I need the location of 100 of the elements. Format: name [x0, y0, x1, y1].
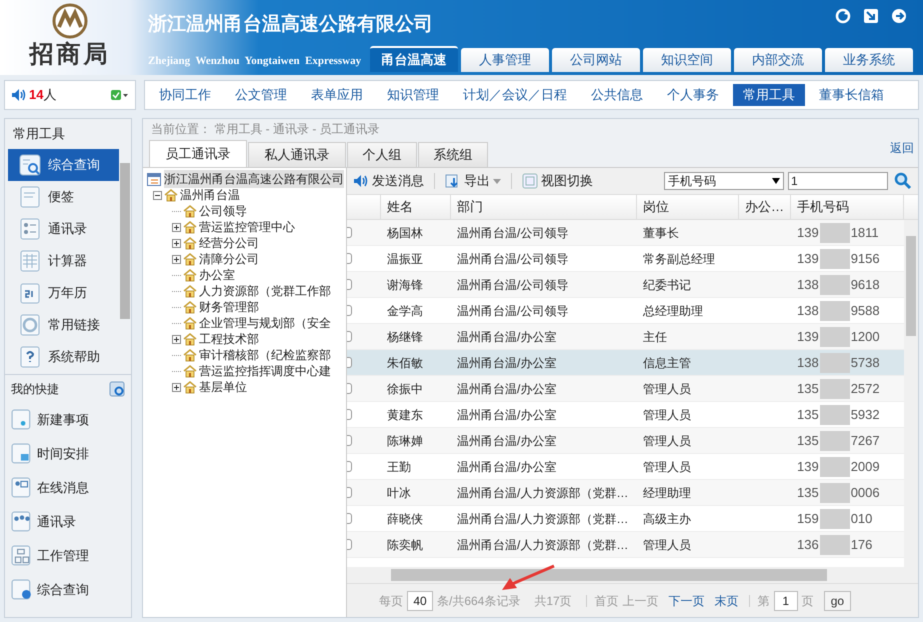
top-tab[interactable]: 人事管理 — [461, 48, 549, 72]
row-checkbox[interactable] — [347, 539, 352, 550]
table-row[interactable]: 朱佰敏 温州甬台温/办公室 信息主管 138 5738 — [347, 350, 904, 376]
sidebar-item[interactable]: 万年历 — [8, 277, 119, 309]
page-number-input[interactable]: 1 — [774, 590, 798, 610]
sidebar-item[interactable]: 系统帮助 — [8, 341, 119, 373]
table-row[interactable]: 王勤 温州甬台温/办公室 管理人员 139 2009 — [347, 454, 904, 480]
top-tab[interactable]: 业务系统 — [825, 48, 913, 72]
table-row[interactable]: 杨国林 温州甬台温/公司领导 董事长 139 1811 — [347, 220, 904, 246]
column-header[interactable]: 岗位 — [637, 195, 739, 219]
page-size-input[interactable]: 40 — [407, 590, 433, 610]
tab[interactable]: 个人组 — [347, 142, 417, 167]
tree-item[interactable]: 营运监控管理中心 — [199, 218, 295, 236]
table-cell-text: 黄建东 — [386, 406, 424, 424]
row-checkbox[interactable] — [347, 331, 352, 342]
tree-item[interactable]: 经营分公司 — [199, 234, 259, 252]
tree-item[interactable]: 办公室 — [199, 266, 235, 284]
table-row[interactable]: 陈奕帆 温州甬台温/人力资源部（党群… 管理人员 136 176 — [347, 532, 904, 558]
sidebar-item[interactable]: 计算器 — [8, 245, 119, 277]
tab[interactable]: 私人通讯录 — [248, 142, 346, 167]
next-page-link[interactable]: 下一页 — [668, 592, 705, 610]
menu-item[interactable]: 董事长信箱 — [809, 84, 894, 106]
table-row[interactable]: 黄建东 温州甬台温/办公室 管理人员 135 5932 — [347, 402, 904, 428]
expand-icon[interactable] — [172, 222, 181, 232]
table-row[interactable]: 徐振中 温州甬台温/办公室 管理人员 135 2572 — [347, 376, 904, 402]
tree-item[interactable]: 基层单位 — [199, 378, 247, 396]
column-header[interactable]: 姓名 — [381, 195, 451, 219]
tree-item[interactable]: 温州甬台温 — [180, 186, 240, 204]
blurred-digits — [820, 430, 850, 450]
expand-icon[interactable] — [172, 382, 181, 392]
tree-item[interactable]: 财务管理部 — [199, 298, 259, 316]
expand-icon[interactable] — [172, 238, 181, 248]
column-header[interactable]: 手机号码 — [791, 195, 904, 219]
search-field-select[interactable]: 手机号码 — [664, 172, 784, 190]
table-row[interactable]: 薛晓侠 温州甬台温/人力资源部（党群… 高级主办 159 010 — [347, 506, 904, 532]
sidebar-item[interactable]: 通讯录 — [8, 213, 119, 245]
shortcut-item[interactable]: 通讯录 — [5, 505, 131, 539]
phone-number-end: 2009 — [850, 458, 880, 476]
row-checkbox[interactable] — [347, 253, 352, 264]
table-row[interactable]: 谢海锋 温州甬台温/公司领导 纪委书记 138 9618 — [347, 272, 904, 298]
search-input[interactable]: 1 — [788, 172, 888, 190]
column-header[interactable]: 办公… — [739, 195, 791, 219]
table-cell-text: 常务副总经理 — [642, 250, 716, 268]
table-row[interactable]: 杨继锋 温州甬台温/办公室 主任 139 1200 — [347, 324, 904, 350]
row-checkbox[interactable] — [347, 383, 352, 394]
tree-item[interactable]: 营运监控指挥调度中心建 — [199, 362, 331, 380]
shortcut-item[interactable]: 在线消息 — [5, 471, 131, 505]
sidebar-item[interactable]: 便签 — [8, 181, 119, 213]
tab[interactable]: 员工通讯录 — [149, 140, 247, 167]
go-button[interactable]: go — [824, 590, 852, 610]
top-tab[interactable]: 甬台温高速 — [370, 46, 458, 72]
menu-item[interactable]: 公文管理 — [225, 84, 297, 106]
sidebar-item[interactable]: 常用链接 — [8, 309, 119, 341]
menu-item[interactable]: 知识管理 — [377, 84, 449, 106]
table-row[interactable]: 金学高 温州甬台温/公司领导 总经理助理 138 9588 — [347, 298, 904, 324]
row-checkbox[interactable] — [347, 357, 352, 368]
shortcut-item[interactable]: 工作管理 — [5, 539, 131, 573]
table-row[interactable]: 陈琳婵 温州甬台温/办公室 管理人员 135 7267 — [347, 428, 904, 454]
phone-number-start: 139 — [797, 458, 819, 476]
last-page-link[interactable]: 末页 — [714, 592, 739, 610]
row-checkbox[interactable] — [347, 435, 352, 446]
tree-item[interactable]: 清障分公司 — [199, 250, 259, 268]
menu-item[interactable]: 表单应用 — [301, 84, 373, 106]
shortcut-item[interactable]: 新建事项 — [5, 403, 131, 437]
tab[interactable]: 系统组 — [418, 142, 488, 167]
tree-item[interactable]: 审计稽核部（纪检监察部 — [199, 346, 331, 364]
expand-icon[interactable] — [172, 334, 181, 344]
row-checkbox[interactable] — [347, 513, 352, 524]
row-checkbox[interactable] — [347, 409, 352, 420]
menu-item[interactable]: 常用工具 — [733, 84, 805, 106]
top-tab[interactable]: 公司网站 — [552, 48, 640, 72]
phone-number-end: 5738 — [850, 354, 880, 372]
back-link[interactable]: 返回 — [890, 139, 914, 157]
row-checkbox[interactable] — [347, 461, 352, 472]
sidebar-item[interactable]: 综合查询 — [8, 149, 119, 181]
column-header[interactable]: 部门 — [451, 195, 637, 219]
top-tab[interactable]: 内部交流 — [734, 48, 822, 72]
table-row[interactable]: 叶冰 温州甬台温/人力资源部（党群… 经理助理 135 0006 — [347, 480, 904, 506]
row-checkbox[interactable] — [347, 279, 352, 290]
tree-item[interactable]: 企业管理与规划部（安全 — [199, 314, 331, 332]
tree-item[interactable]: 公司领导 — [199, 202, 247, 220]
expand-icon[interactable] — [172, 254, 181, 264]
tree-item[interactable]: 人力资源部（党群工作部 — [199, 282, 331, 300]
export-button[interactable]: 导出 — [445, 171, 501, 191]
top-tab[interactable]: 知识空间 — [643, 48, 731, 72]
row-checkbox[interactable] — [347, 305, 352, 316]
row-checkbox[interactable] — [347, 227, 352, 238]
menu-item[interactable]: 计划／会议／日程 — [453, 84, 577, 106]
tree-item[interactable]: 工程技术部 — [199, 330, 259, 348]
shortcut-item[interactable]: 时间安排 — [5, 437, 131, 471]
shortcut-item[interactable]: 综合查询 — [5, 573, 131, 607]
menu-item[interactable]: 协同工作 — [149, 84, 221, 106]
menu-item[interactable]: 个人事务 — [657, 84, 729, 106]
menu-item[interactable]: 公共信息 — [581, 84, 653, 106]
table-row[interactable]: 温振亚 温州甬台温/公司领导 常务副总经理 139 9156 — [347, 246, 904, 272]
view-switch-button[interactable]: 视图切换 — [522, 171, 593, 191]
send-message-button[interactable]: 发送消息 — [353, 171, 424, 191]
row-checkbox[interactable] — [347, 487, 352, 498]
tree-item[interactable]: 浙江温州甬台温高速公路有限公司 — [164, 170, 344, 188]
collapse-icon[interactable] — [153, 190, 162, 200]
